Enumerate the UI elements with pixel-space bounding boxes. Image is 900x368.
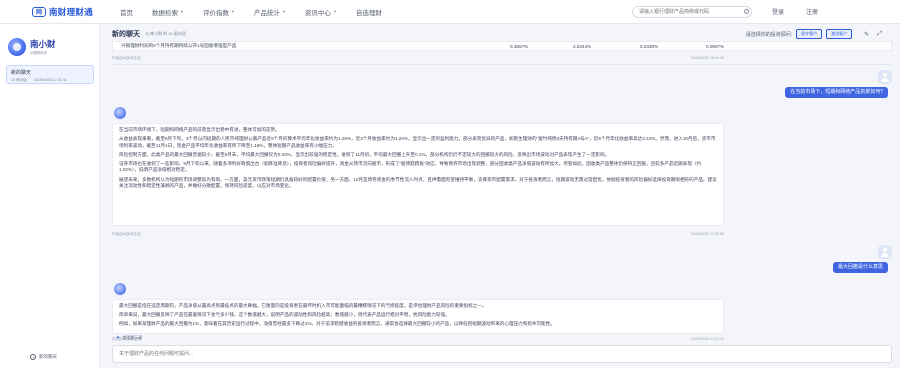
- brand-name: 南小财: [30, 39, 56, 49]
- bot-paragraph: 例如，如果某理财产品的最大回撤为1%，意味着在其历史运行过程中，净值曾经最多下跌…: [119, 321, 555, 327]
- bot-paragraph: 证券市场也在收到了一些影响，9月下旬以来，随着多项利好政策出台（如降准降息），投…: [119, 160, 702, 173]
- bot-message-card: 最大回撤是指在选定周期内，产品净值从最高点到最低点的最大跌幅。它衡量的是投资者在…: [112, 299, 724, 334]
- user-avatar: [878, 245, 892, 259]
- advisor-selector: 请选择你的投资顾问: 保守客户 激进客户 ✎ ⤢: [746, 29, 882, 39]
- assistant-brand: 南小财 AI理财助手: [8, 38, 56, 56]
- advisor-option-conservative[interactable]: 保守客户: [796, 29, 823, 39]
- table-cell: 0.3557%: [510, 43, 529, 49]
- nav-item-label: 自选理财: [355, 9, 382, 17]
- bot-paragraph: 在当前市场环境下，短期和网络产品的前景显示出稳中有进，整体可加的态势。: [119, 127, 280, 132]
- top-navigation-bar: 网 南财理财通 首页 数据检索 ▼ 评价指数 ▼ 产品统计 ▼ 资讯中心 ▼ 自选理财 …: [0, 0, 900, 24]
- chevron-down-icon: ▼: [230, 9, 235, 14]
- expand-icon[interactable]: ⤢: [877, 31, 882, 38]
- user-message-bubble: 最大回撤是什么意思: [832, 262, 888, 273]
- nav-item-rating-index[interactable]: 评价指数 ▼: [203, 7, 235, 17]
- bot-message-card: 在当前市场环境下，短期和网络产品的前景显示出稳中有进，整体可加的态势。 从收益表…: [112, 123, 724, 226]
- message-meta: 内容由AI技术生成 2025/10/26 16:41:30: [112, 56, 724, 61]
- bot-avatar-icon: [114, 107, 126, 119]
- chat-item-meta: 10 条对话 2025/10/26 17:01:41: [11, 78, 89, 83]
- user-avatar: [878, 70, 892, 84]
- user-body-shape: [881, 78, 889, 82]
- new-chat-icon: [30, 354, 36, 360]
- common-prompts-button[interactable]: ✦ 常用提示语: [116, 335, 142, 341]
- bot-avatar-icon: [114, 283, 126, 295]
- new-chat-button[interactable]: 新的聊天: [30, 354, 57, 360]
- message-timestamp: 2025/10/26 17:00:53: [691, 232, 724, 236]
- brand-subtitle: AI理财助手: [30, 51, 48, 55]
- table-cell: 0.0667%: [706, 43, 725, 49]
- chevron-down-icon: ▼: [180, 9, 184, 14]
- nav-item-home[interactable]: 首页: [120, 7, 133, 17]
- chat-title: 新的聊天: [112, 31, 140, 38]
- nav-item-product-stats[interactable]: 产品统计 ▼: [254, 7, 286, 17]
- nav-item-label: 评价指数: [202, 9, 229, 17]
- chevron-down-icon: ▼: [332, 9, 337, 14]
- search-icon[interactable]: [744, 9, 749, 14]
- nav-item-label: 首页: [120, 9, 133, 17]
- chat-input-area: ✦ 常用提示语: [112, 332, 892, 368]
- bot-paragraph: 从收益表现来看，截至8月下旬，3个月以内短期的人民币纯理财公募产品近6个月的算术…: [119, 136, 716, 148]
- message-timestamp: 2025/10/26 16:41:30: [691, 56, 724, 60]
- advisor-prompt-label: 请选择你的投资顾问:: [745, 31, 793, 38]
- table-row: 兴银理财利润的5个月持有期持续公开1号固收增强型产品 0.3557% 2.634…: [112, 41, 892, 51]
- nav-item-label: 资讯中心: [304, 9, 331, 17]
- user-body-shape: [881, 253, 889, 257]
- product-search-input[interactable]: [632, 6, 752, 18]
- nav-item-news-center[interactable]: 资讯中心 ▼: [305, 7, 337, 17]
- logo-mark-icon: 网: [32, 6, 46, 17]
- sidebar-chat-item[interactable]: 新的聊天 10 条对话 2025/10/26 17:01:41: [6, 65, 94, 84]
- chevron-down-icon: ▼: [281, 9, 286, 14]
- account-links: 登录 注册: [772, 7, 840, 16]
- table-cell: 0.2330%: [640, 43, 659, 49]
- assistant-avatar-icon: [8, 38, 26, 56]
- chat-meta: 与 南小财 的 10 条对话: [145, 31, 186, 36]
- bot-paragraph: 风险控制方面，此类产品的最大回撤普遍较小，截至8月末，平均最大回撤仅为0.03%…: [119, 151, 610, 157]
- nav-item-label: 数据检索: [152, 9, 178, 17]
- common-prompts-label: 常用提示语: [122, 335, 143, 340]
- chat-item-title: 新的聊天: [11, 70, 32, 76]
- user-head-shape: [883, 73, 887, 77]
- nav-item-watchlist[interactable]: 自选理财: [356, 7, 382, 17]
- message-meta: 内容由AI技术生成 2025/10/26 17:00:53: [112, 232, 724, 237]
- bot-paragraph: 展望未来，多数机构认为短期的市场调整较为有限。一方面，美元货币政策短期仍具备较好…: [119, 176, 717, 189]
- ai-generated-label: 内容由AI技术生成: [112, 56, 141, 60]
- user-message-bubble: 在当前市场下，短期和网络产品前景如何?: [785, 87, 888, 98]
- chat-item-time: 2025/10/26 17:01:41: [33, 78, 67, 82]
- login-link[interactable]: 登录: [772, 7, 784, 16]
- table-cell: 2.6344%: [573, 43, 592, 49]
- logo-text: 南财理财通: [49, 6, 94, 17]
- advisor-option-aggressive[interactable]: 激进客户: [826, 29, 853, 39]
- table-cell: 兴银理财利润的5个月持有期持续公开1号固收增强型产品: [121, 43, 237, 48]
- chat-header: 新的聊天 与 南小财 的 10 条对话 请选择你的投资顾问: 保守客户 激进客户…: [112, 28, 892, 40]
- user-head-shape: [883, 248, 887, 252]
- new-chat-label: 新的聊天: [39, 354, 57, 359]
- sidebar: 南小财 AI理财助手 新的聊天 10 条对话 2025/10/26 17:01:…: [0, 24, 100, 368]
- register-link[interactable]: 注册: [806, 7, 818, 16]
- chat-main-panel: 新的聊天 与 南小财 的 10 条对话 请选择你的投资顾问: 保守客户 激进客户…: [100, 24, 900, 368]
- bot-paragraph: 简单来说，最大回撤反映了产品在最差情况下会亏多少钱。这个数值越大，说明产品的波动…: [119, 312, 450, 318]
- site-logo[interactable]: 网 南财理财通: [32, 6, 110, 18]
- bot-paragraph: 最大回撤是指在选定周期内，产品净值从最高点到最低点的最大跌幅。它衡量的是投资者在…: [119, 303, 487, 308]
- edit-icon[interactable]: ✎: [864, 31, 869, 38]
- nav-item-label: 产品统计: [253, 9, 280, 17]
- sparkle-icon: ✦: [116, 335, 121, 341]
- nav-item-data-search[interactable]: 数据检索 ▼: [152, 7, 184, 17]
- chat-message-input[interactable]: [112, 345, 892, 363]
- divider: [112, 64, 892, 65]
- main-menu: 首页 数据检索 ▼ 评价指数 ▼ 产品统计 ▼ 资讯中心 ▼ 自选理财: [120, 7, 401, 17]
- ai-generated-label: 内容由AI技术生成: [112, 232, 141, 236]
- chat-item-count: 10 条对话: [11, 78, 27, 82]
